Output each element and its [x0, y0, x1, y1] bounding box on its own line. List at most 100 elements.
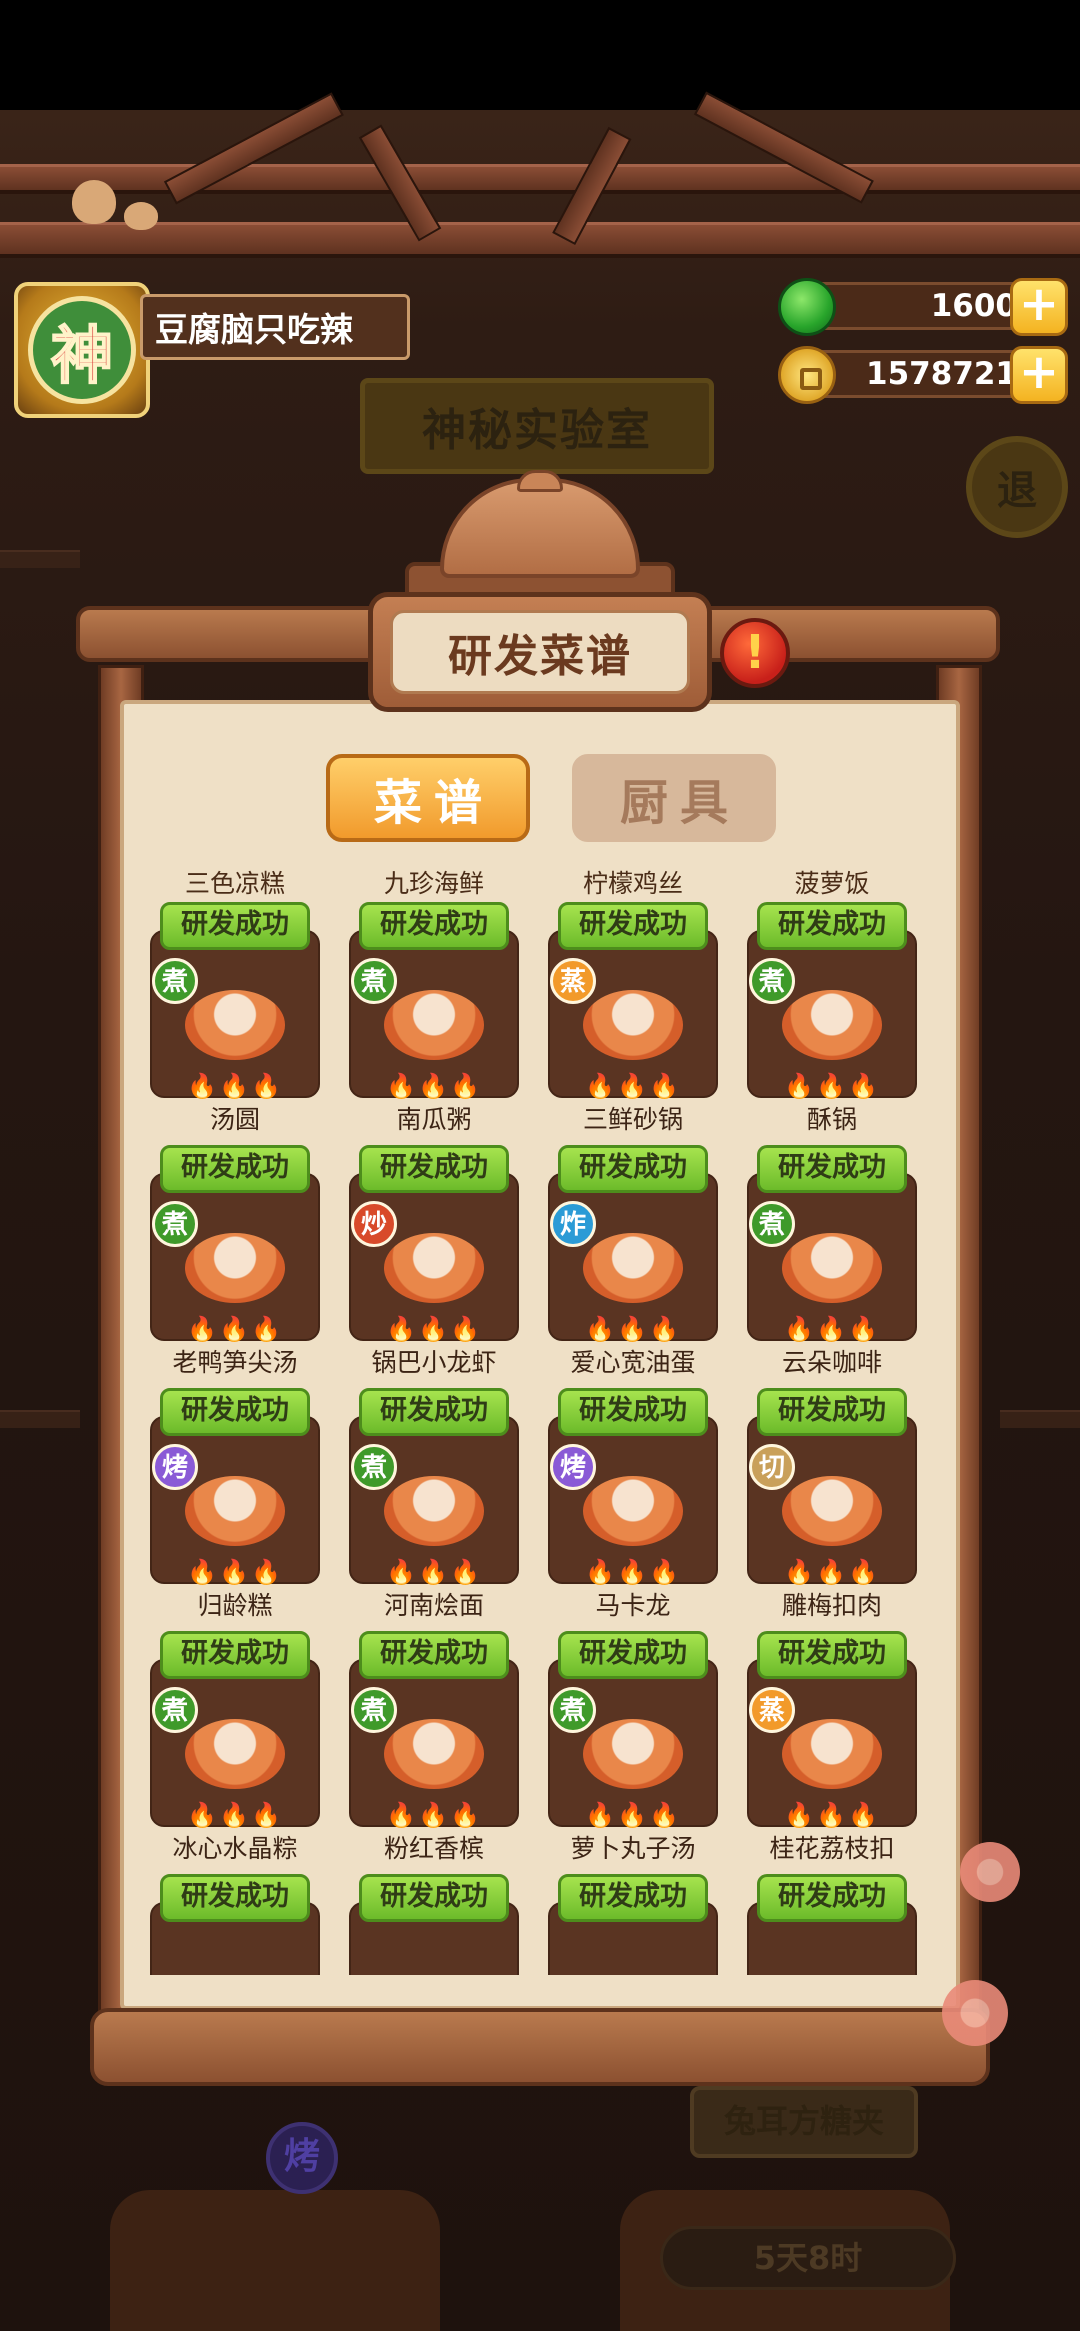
status-badge: 研发成功 — [757, 1388, 907, 1436]
recipe-name: 冰心水晶粽 — [172, 1834, 298, 1863]
recipe-card[interactable]: 研发成功 — [349, 1874, 519, 1975]
recipe-name: 南瓜粥 — [396, 1105, 472, 1134]
dialog-title-plate: 研发菜谱 — [368, 592, 712, 712]
recipe-card[interactable]: 研发成功蒸 🔥🔥🔥 桂花荔枝扣 — [747, 1631, 917, 1874]
flame-rating-icon: 🔥🔥🔥 — [784, 1558, 880, 1586]
flame-rating-icon: 🔥🔥🔥 — [784, 1072, 880, 1100]
status-badge: 研发成功 — [359, 1388, 509, 1436]
recipe-card[interactable]: 研发成功煮 🔥🔥🔥 酥锅 — [747, 902, 917, 1145]
recipe-card[interactable]: 研发成功蒸 🔥🔥🔥 三鲜砂锅 — [548, 902, 718, 1145]
recipe-card[interactable]: 研发成功煮 🔥🔥🔥 汤圆 — [150, 902, 320, 1145]
recipe-card[interactable]: 研发成功烤 🔥🔥🔥 马卡龙 — [548, 1388, 718, 1631]
cooking-method-badge: 煮 — [749, 958, 795, 1004]
cooking-method-badge: 煮 — [152, 1687, 198, 1733]
recipe-card[interactable]: 研发成功煮 🔥🔥🔥 冰心水晶粽 — [150, 1631, 320, 1874]
status-badge: 研发成功 — [359, 1874, 509, 1922]
flame-rating-icon: 🔥🔥🔥 — [187, 1558, 283, 1586]
flame-rating-icon: 🔥🔥🔥 — [187, 1315, 283, 1343]
flame-rating-icon: 🔥🔥🔥 — [585, 1801, 681, 1829]
flame-rating-icon: 🔥🔥🔥 — [187, 1801, 283, 1829]
recipe-name: 归龄糕 — [197, 1591, 273, 1620]
recipe-name: 云朵咖啡 — [781, 1348, 882, 1377]
add-coin-button[interactable]: + — [1010, 346, 1068, 404]
flame-rating-icon: 🔥🔥🔥 — [386, 1072, 482, 1100]
exclamation-icon[interactable]: ! — [720, 618, 790, 688]
recipe-name: 老鸭笋尖汤 — [172, 1348, 298, 1377]
exit-button[interactable]: 退 — [966, 436, 1068, 538]
tab-utensils[interactable]: 厨具 — [572, 754, 776, 842]
shelf — [0, 1410, 80, 1428]
add-jade-button[interactable]: + — [1010, 278, 1068, 336]
status-badge: 研发成功 — [359, 902, 509, 950]
flame-rating-icon: 🔥🔥🔥 — [386, 1315, 482, 1343]
dish-icon — [583, 1719, 683, 1789]
status-badge: 研发成功 — [558, 1631, 708, 1679]
status-badge: 研发成功 — [757, 1874, 907, 1922]
jade-icon — [778, 278, 836, 336]
recipe-card[interactable]: 研发成功切 🔥🔥🔥 雕梅扣肉 — [747, 1388, 917, 1631]
recipe-name: 锅巴小龙虾 — [371, 1348, 497, 1377]
cooking-method-badge: 煮 — [550, 1687, 596, 1733]
tab-recipes[interactable]: 菜谱 — [326, 754, 530, 842]
recipe-list[interactable]: 三色凉糕 九珍海鲜 柠檬鸡丝 菠萝饭 研发成功煮 🔥🔥🔥 汤圆 研发成功煮 🔥🔥🔥 南瓜粥 研发成功… — [150, 870, 930, 1975]
dish-icon — [782, 1233, 882, 1303]
chick-ornament — [124, 202, 158, 230]
shelf — [0, 550, 80, 568]
jade-currency: 1600 + — [778, 278, 1068, 336]
recipe-card[interactable]: 研发成功煮 🔥🔥🔥 萝卜丸子汤 — [548, 1631, 718, 1874]
cooking-method-badge: 烤 — [152, 1444, 198, 1490]
avatar[interactable]: 神 — [14, 282, 150, 418]
recipe-name: 马卡龙 — [595, 1591, 671, 1620]
status-badge: 研发成功 — [160, 902, 310, 950]
recipe-card[interactable]: 研发成功 — [150, 1874, 320, 1975]
blossom-decoration — [942, 1980, 1008, 2046]
status-bar-area — [0, 0, 1080, 110]
status-badge: 研发成功 — [160, 1145, 310, 1193]
recipe-name: 粉红香槟 — [383, 1834, 484, 1863]
shelf — [1000, 1410, 1080, 1428]
cooking-method-badge: 炒 — [351, 1201, 397, 1247]
dish-icon — [185, 1719, 285, 1789]
recipe-label-partial: 三色凉糕 — [150, 870, 320, 902]
status-badge: 研发成功 — [558, 902, 708, 950]
player-name: 豆腐脑只吃辣 — [140, 294, 410, 360]
recipe-card[interactable]: 研发成功 — [548, 1874, 718, 1975]
recipe-card[interactable]: 研发成功煮 🔥🔥🔥 河南烩面 — [349, 1388, 519, 1631]
background-stove — [110, 2190, 440, 2331]
recipe-card[interactable]: 研发成功 — [747, 1874, 917, 1975]
coin-icon — [778, 346, 836, 404]
dish-icon — [384, 1233, 484, 1303]
cooking-method-badge: 煮 — [351, 958, 397, 1004]
status-badge: 研发成功 — [558, 1874, 708, 1922]
recipe-card[interactable]: 研发成功煮 🔥🔥🔥 老鸭笋尖汤 — [150, 1145, 320, 1388]
cooking-method-badge: 煮 — [152, 1201, 198, 1247]
status-badge: 研发成功 — [160, 1874, 310, 1922]
dish-icon — [185, 1476, 285, 1546]
recipe-card[interactable]: 研发成功煮 🔥🔥🔥 粉红香槟 — [349, 1631, 519, 1874]
recipe-card[interactable]: 研发成功煮 🔥🔥🔥 南瓜粥 — [349, 902, 519, 1145]
dish-icon — [384, 990, 484, 1060]
recipe-card[interactable]: 研发成功煮 🔥🔥🔥 云朵咖啡 — [747, 1145, 917, 1388]
cooking-method-badge: 切 — [749, 1444, 795, 1490]
coin-amount: 1578721 — [808, 350, 1038, 398]
recipe-card[interactable]: 研发成功烤 🔥🔥🔥 归龄糕 — [150, 1388, 320, 1631]
status-badge: 研发成功 — [359, 1631, 509, 1679]
recipe-name: 爱心宽油蛋 — [570, 1348, 696, 1377]
status-badge: 研发成功 — [757, 1631, 907, 1679]
flame-rating-icon: 🔥🔥🔥 — [187, 1072, 283, 1100]
cooking-method-badge: 煮 — [152, 958, 198, 1004]
blossom-decoration — [960, 1842, 1020, 1902]
background-item-plate: 兔耳方糖夹 — [690, 2086, 918, 2158]
dialog-title: 研发菜谱 — [390, 610, 690, 694]
status-badge: 研发成功 — [160, 1631, 310, 1679]
recipe-card[interactable]: 研发成功炸 🔥🔥🔥 爱心宽油蛋 — [548, 1145, 718, 1388]
dish-icon — [583, 1476, 683, 1546]
avatar-ring: 神 — [28, 296, 136, 404]
dish-icon — [782, 1719, 882, 1789]
status-badge: 研发成功 — [558, 1145, 708, 1193]
recipe-label-partial: 九珍海鲜 — [349, 870, 519, 902]
cooking-method-badge: 煮 — [749, 1201, 795, 1247]
flame-rating-icon: 🔥🔥🔥 — [585, 1072, 681, 1100]
recipe-card[interactable]: 研发成功炒 🔥🔥🔥 锅巴小龙虾 — [349, 1145, 519, 1388]
cooking-method-badge: 煮 — [351, 1687, 397, 1733]
